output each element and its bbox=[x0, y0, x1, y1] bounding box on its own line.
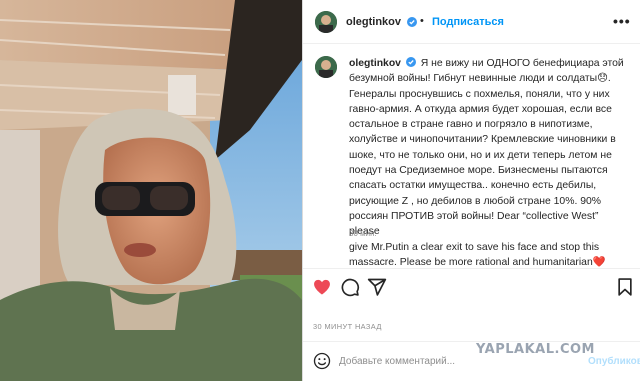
publish-button[interactable]: Опубликовать bbox=[588, 356, 640, 367]
caption-avatar[interactable] bbox=[315, 56, 337, 78]
post-side-panel: olegtinkov • Подписаться ••• olegtinkov bbox=[302, 0, 640, 381]
action-bar bbox=[303, 268, 640, 303]
heart-filled-icon[interactable] bbox=[312, 277, 332, 297]
caption-verified-icon bbox=[405, 57, 416, 67]
caption-line: безумной войны! Гибнут невинные люди и с… bbox=[349, 73, 611, 85]
comment-icon[interactable] bbox=[340, 277, 360, 297]
caption-time: 30 мин. bbox=[349, 229, 377, 238]
post-photo bbox=[0, 0, 302, 381]
caption-line: поедут на Средиземное море. Бизнесмены п… bbox=[349, 165, 608, 177]
header-username[interactable]: olegtinkov bbox=[346, 16, 401, 28]
more-options-button[interactable]: ••• bbox=[613, 13, 631, 29]
caption-line: остальное в стране гавно и погрязло в ни… bbox=[349, 119, 593, 131]
avatar[interactable] bbox=[315, 11, 337, 33]
caption-line: холуйстве и чинопочитании? Кремлевские ч… bbox=[349, 134, 616, 146]
caption-line: россиян ПРОТИВ этой войны! Dear “collect… bbox=[349, 210, 599, 238]
caption-avatar-image bbox=[315, 56, 337, 78]
caption-line-0: olegtinkov Я не вижу ни ОДНОГО бенефициа… bbox=[349, 56, 631, 71]
caption-line: Генералы проснувшись с похмелья, поняли,… bbox=[349, 88, 610, 100]
caption-line: give Mr.Putin a clear exit to save his f… bbox=[349, 241, 600, 253]
caption-text: Я не вижу ни ОДНОГО бенефициара этой bbox=[420, 58, 624, 69]
watermark-logo: YAPLAKAL.COM bbox=[476, 342, 595, 357]
bookmark-icon[interactable] bbox=[615, 277, 635, 297]
follow-button[interactable]: Подписаться bbox=[419, 16, 504, 28]
post-timestamp: 30 МИНУТ НАЗАД bbox=[313, 322, 382, 331]
verified-badge-icon bbox=[407, 17, 417, 27]
instagram-post-view: olegtinkov • Подписаться ••• olegtinkov bbox=[0, 0, 640, 381]
post-caption: olegtinkov Я не вижу ни ОДНОГО бенефициа… bbox=[349, 56, 631, 270]
caption-username[interactable]: olegtinkov bbox=[349, 58, 401, 69]
send-icon[interactable] bbox=[367, 277, 387, 297]
avatar-image bbox=[315, 11, 337, 33]
smiley-icon[interactable] bbox=[313, 352, 331, 370]
caption-line: спасать остатки имущества.. конечно есть… bbox=[349, 180, 597, 192]
post-header: olegtinkov • Подписаться ••• bbox=[303, 0, 640, 44]
selfie-image bbox=[0, 0, 302, 381]
caption-line: гавно-армия. А откуда армия будет хороша… bbox=[349, 103, 612, 115]
caption-line: рисующие Z , но дебилов в любой стране 1… bbox=[349, 195, 602, 207]
caption-line: шоке, что не только они, но и их дети те… bbox=[349, 149, 612, 161]
